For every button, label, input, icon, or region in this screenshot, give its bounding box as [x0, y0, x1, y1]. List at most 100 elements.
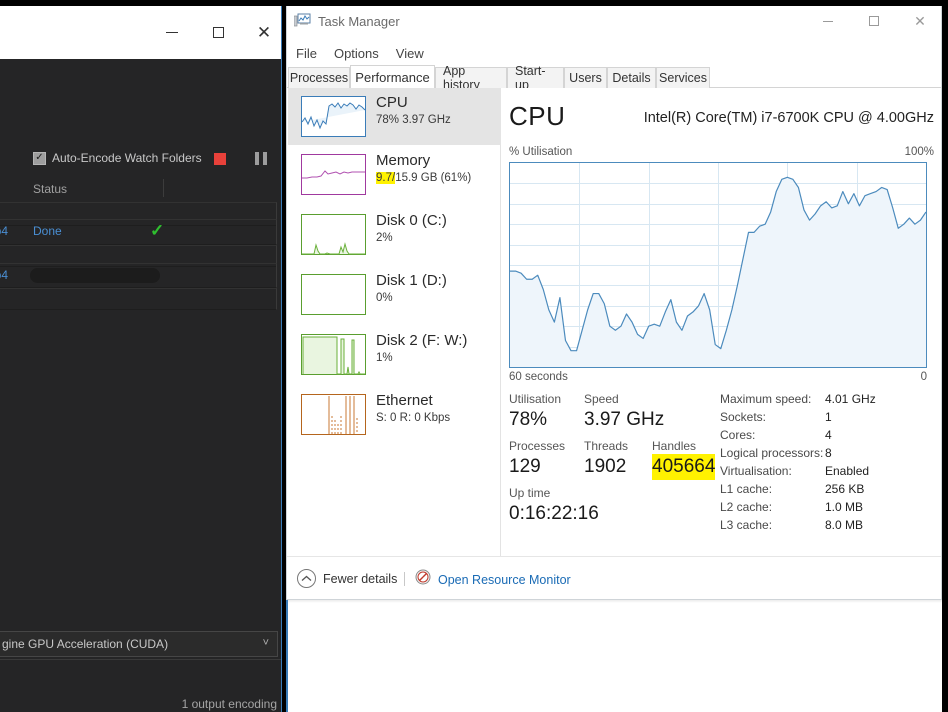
resource-monitor-icon [415, 569, 431, 590]
spec-key: L2 cache: [720, 500, 773, 514]
tab-performance[interactable]: Performance [350, 65, 435, 88]
row-progress-pill [30, 268, 160, 283]
spec-value: 1 [825, 410, 832, 424]
table-row[interactable] [0, 288, 277, 310]
maximize-icon[interactable] [851, 6, 897, 36]
close-icon[interactable]: ✕ [897, 6, 941, 36]
sidebar-item-sublabel: 1% [376, 352, 393, 364]
threads-stat: Threads 1902 [584, 438, 628, 480]
maximize-icon[interactable] [201, 17, 235, 47]
sidebar-item-sublabel: 9.7/15.9 GB (61%) [376, 172, 472, 184]
stats-row-2: Processes 129 Threads 1902 Handles 40566… [509, 438, 739, 485]
spec-key: Sockets: [720, 410, 767, 424]
task-manager-titlebar[interactable]: Task Manager ✕ [287, 6, 941, 38]
y-axis-label: % Utilisation [509, 146, 573, 158]
stats-row-3: Up time 0:16:22:16 [509, 485, 739, 532]
gpu-acceleration-dropdown[interactable]: gine GPU Acceleration (CUDA) ˅ [0, 631, 278, 657]
tab-services[interactable]: Services [656, 67, 710, 88]
spec-value: 1.0 MB [825, 500, 864, 514]
fewer-details-button[interactable]: Fewer details [297, 569, 397, 588]
uptime-label: Up time [509, 486, 551, 500]
tab-processes[interactable]: Processes [288, 67, 350, 88]
disk2-thumbnail-graph [301, 334, 366, 375]
sidebar-item-label: Ethernet [376, 392, 433, 409]
spec-row: L2 cache: 1.0 MB [720, 500, 941, 518]
spec-key: Cores: [720, 428, 756, 442]
menu-options[interactable]: Options [334, 46, 379, 61]
spec-key: Virtualisation: [720, 464, 792, 478]
background-window-titlebar: ✕ [0, 6, 281, 59]
table-row[interactable]: np4 Done ✓ [0, 219, 277, 245]
open-resource-monitor-label: Open Resource Monitor [438, 572, 571, 587]
x-axis-right-label: 0 [920, 371, 927, 383]
dropdown-value: gine GPU Acceleration (CUDA) [2, 637, 169, 651]
cpu-detail-pane: CPU Intel(R) Core(TM) i7-6700K CPU @ 4.0… [501, 88, 941, 556]
auto-encode-watch-folders-checkbox[interactable]: ✓ Auto-Encode Watch Folders [33, 151, 202, 165]
cpu-specs-list: Maximum speed: 4.01 GHz Sockets: 1 Cores: 4… [720, 392, 941, 536]
spec-row: Virtualisation: Enabled [720, 464, 941, 482]
processes-value: 129 [509, 456, 541, 477]
spec-key: L3 cache: [720, 518, 773, 532]
tab-details[interactable]: Details [607, 67, 656, 88]
background-window-body: ✓ Auto-Encode Watch Folders Status np4 D… [0, 59, 281, 712]
sidebar-item-ethernet[interactable]: Ethernet S: 0 R: 0 Kbps [288, 386, 501, 443]
processes-label: Processes [509, 439, 566, 453]
close-icon[interactable]: ✕ [247, 17, 281, 47]
handles-stat: Handles 405664 [652, 438, 716, 480]
cpu-utilisation-chart [509, 162, 927, 368]
menu-file[interactable]: File [296, 46, 317, 61]
sidebar-item-label: CPU [376, 94, 408, 111]
row-filename: np4 [0, 224, 9, 238]
window-title: Task Manager [318, 14, 400, 29]
open-resource-monitor-link[interactable]: Open Resource Monitor [415, 569, 571, 590]
menu-view[interactable]: View [396, 46, 424, 61]
menubar: File Options View [287, 42, 941, 64]
tab-app-history[interactable]: App history [435, 64, 507, 92]
minimize-icon[interactable] [805, 6, 851, 36]
speed-label: Speed [584, 392, 619, 406]
task-manager-window[interactable]: Task Manager ✕ File Options View Process… [286, 6, 942, 600]
output-encoding-status: 1 output encoding [181, 697, 277, 711]
sidebar-item-memory[interactable]: Memory 9.7/15.9 GB (61%) [288, 146, 501, 203]
spec-key: L1 cache: [720, 482, 773, 496]
fewer-details-label: Fewer details [323, 571, 398, 586]
sidebar-item-disk-0[interactable]: Disk 0 (C:) 2% [288, 206, 501, 263]
sidebar-item-label: Disk 1 (D:) [376, 272, 447, 289]
sidebar-item-disk-2[interactable]: Disk 2 (F: W:) 1% [288, 326, 501, 383]
spec-value: Enabled [825, 464, 870, 478]
spec-value: 8 [825, 446, 832, 460]
tab-start-up[interactable]: Start-up [507, 64, 564, 92]
checkbox-check-icon: ✓ [33, 151, 46, 165]
speed-value: 3.97 GHz [584, 409, 665, 430]
pause-icon[interactable] [255, 152, 267, 165]
spec-key: Logical processors: [720, 446, 824, 460]
sidebar-item-sublabel: 78% 3.97 GHz [376, 114, 451, 126]
sidebar-item-cpu[interactable]: CPU 78% 3.97 GHz [288, 88, 501, 145]
auto-encode-label: Auto-Encode Watch Folders [52, 151, 202, 165]
utilisation-label: Utilisation [509, 392, 562, 406]
check-icon: ✓ [150, 221, 165, 240]
minimize-icon[interactable] [155, 17, 189, 47]
cpu-model-label: Intel(R) Core(TM) i7-6700K CPU @ 4.00GHz [643, 110, 934, 126]
table-row[interactable]: np4 [0, 263, 277, 288]
cpu-thumbnail-graph [301, 96, 366, 137]
tab-strip: Processes Performance App history Start-… [287, 64, 941, 92]
chevron-down-icon: ˅ [262, 637, 269, 649]
screen-right-edge [942, 0, 948, 712]
resource-sidebar: CPU 78% 3.97 GHz Memory 9.7/15.9 GB (61%… [288, 88, 501, 556]
spec-row: Maximum speed: 4.01 GHz [720, 392, 941, 410]
desktop-background [286, 600, 942, 712]
spec-row: Cores: 4 [720, 428, 941, 446]
tab-users[interactable]: Users [564, 67, 607, 88]
sidebar-item-disk-1[interactable]: Disk 1 (D:) 0% [288, 266, 501, 323]
divider [0, 659, 281, 660]
spec-key: Maximum speed: [720, 392, 812, 406]
task-manager-footer: Fewer details Open Resource Monitor [287, 556, 941, 599]
sidebar-item-label: Memory [376, 152, 431, 169]
sidebar-item-label: Disk 0 (C:) [376, 212, 447, 229]
page-title: CPU [509, 101, 566, 131]
column-divider[interactable] [163, 179, 164, 197]
stop-icon[interactable] [214, 153, 226, 165]
disk1-thumbnail-graph [301, 274, 366, 315]
background-encoder-window[interactable]: ✕ ✓ Auto-Encode Watch Folders Status np4… [0, 6, 282, 712]
